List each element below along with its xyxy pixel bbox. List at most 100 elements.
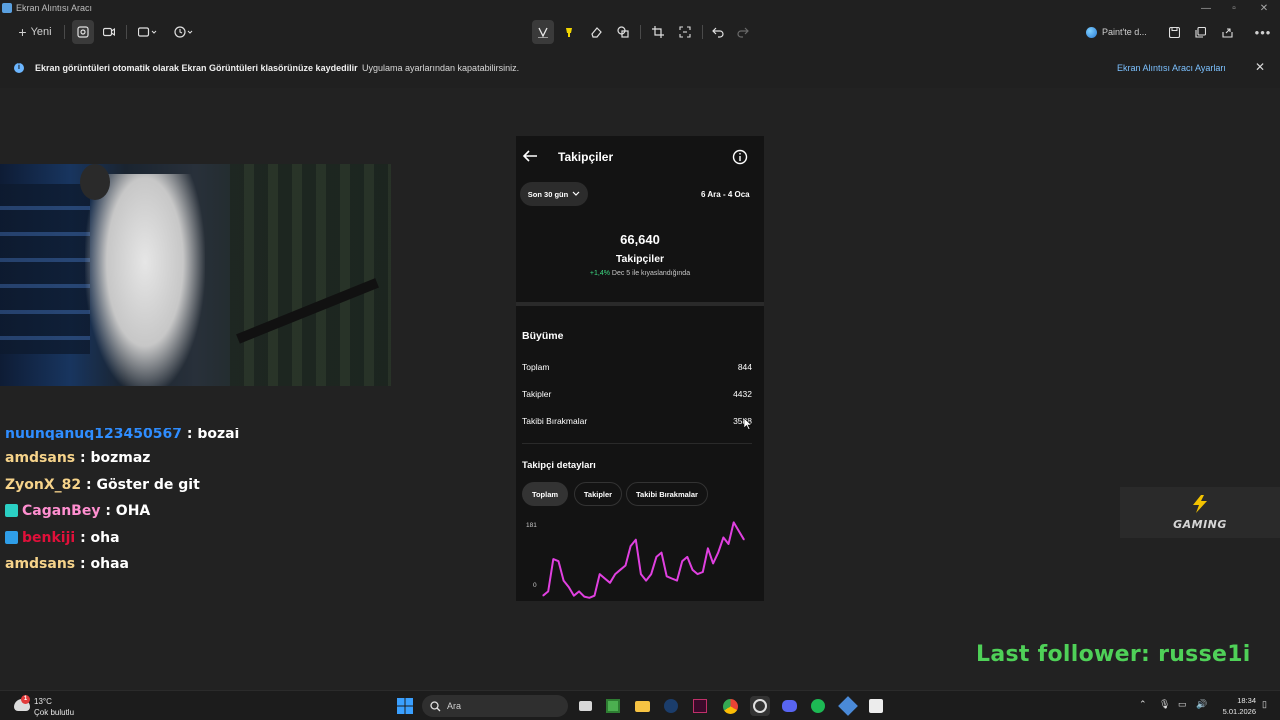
more-options-button[interactable]: ••• bbox=[1252, 20, 1274, 44]
task-view-button[interactable] bbox=[575, 696, 595, 716]
new-snip-button[interactable]: + Yeni bbox=[12, 20, 58, 44]
period-label: Son 30 gün bbox=[527, 189, 569, 199]
chart-point bbox=[743, 539, 745, 541]
minimize-button[interactable]: — bbox=[1192, 0, 1220, 16]
share-icon bbox=[1221, 27, 1233, 38]
webcam-image bbox=[0, 164, 391, 386]
discord-app[interactable] bbox=[779, 696, 799, 716]
network-icon[interactable]: ▭ bbox=[1178, 699, 1187, 710]
total-followers-value: 66,640 bbox=[620, 232, 660, 247]
chat-message: : oha bbox=[75, 529, 120, 546]
weather-widget[interactable]: 1 13°C Çok bulutlu bbox=[14, 695, 94, 717]
info-circle-icon[interactable] bbox=[732, 149, 748, 165]
growth-row-unfollows: Takibi Bırakmalar 3588 bbox=[522, 416, 752, 426]
snipping-tool-app[interactable] bbox=[750, 696, 770, 716]
chart-point bbox=[738, 530, 740, 532]
eraser-button[interactable] bbox=[585, 20, 607, 44]
chat-line: ZyonX_82 : Göster de git bbox=[5, 472, 385, 499]
follower-details-title: Takipçi detayları bbox=[522, 460, 596, 471]
file-explorer-app[interactable] bbox=[632, 696, 652, 716]
screenshot-mode-button[interactable] bbox=[72, 20, 94, 44]
chart-point bbox=[722, 536, 724, 539]
close-window-button[interactable]: ✕ bbox=[1250, 0, 1278, 16]
growth-row-label: Toplam bbox=[522, 362, 550, 372]
logo-text: GAMING bbox=[1173, 517, 1227, 531]
clock-icon bbox=[174, 26, 193, 38]
steam-app[interactable] bbox=[661, 696, 681, 716]
notifications-icon[interactable]: ▯ bbox=[1262, 699, 1267, 710]
chart-point bbox=[568, 586, 570, 588]
chart-point bbox=[655, 556, 657, 558]
chart-point bbox=[547, 590, 549, 592]
chart-point bbox=[691, 569, 694, 571]
toolbar-divider bbox=[702, 25, 703, 39]
chrome-app[interactable] bbox=[720, 696, 740, 716]
date-range: 6 Ara - 4 Oca bbox=[701, 190, 750, 199]
save-button[interactable] bbox=[1163, 20, 1185, 44]
ballpoint-pen-button[interactable] bbox=[532, 20, 554, 44]
taskbar-search[interactable]: Ara bbox=[422, 695, 568, 717]
snip-shape-dropdown[interactable] bbox=[134, 20, 162, 44]
tab-unfollows-label: Takibi Bırakmalar bbox=[636, 489, 698, 499]
plus-icon: + bbox=[18, 24, 27, 40]
pen-icon bbox=[538, 27, 548, 38]
obs-app[interactable] bbox=[866, 696, 886, 716]
save-icon bbox=[1168, 26, 1180, 38]
taskbar-clock[interactable]: 18:34 5.01.2026 bbox=[1212, 695, 1256, 717]
editor-app[interactable] bbox=[690, 696, 710, 716]
new-snip-label: Yeni bbox=[30, 26, 52, 38]
search-label: Ara bbox=[447, 701, 462, 711]
eraser-icon bbox=[591, 27, 602, 38]
minecraft-app[interactable] bbox=[603, 696, 623, 716]
last-follower-overlay: Last follower: russe1i bbox=[976, 642, 1251, 667]
info-icon: i bbox=[14, 63, 24, 73]
redo-button[interactable] bbox=[732, 20, 754, 44]
edit-in-paint-button[interactable]: Paint'te d... bbox=[1086, 20, 1156, 44]
record-mode-button[interactable] bbox=[98, 20, 120, 44]
highlighter-button[interactable] bbox=[558, 20, 580, 44]
volume-icon[interactable]: 🔊 bbox=[1196, 699, 1207, 710]
growth-title: Büyüme bbox=[522, 330, 564, 342]
chart-point bbox=[604, 577, 606, 580]
maximize-button[interactable]: ▫ bbox=[1220, 0, 1248, 16]
delay-dropdown[interactable] bbox=[170, 20, 198, 44]
person-image bbox=[85, 174, 205, 386]
share-button[interactable] bbox=[1216, 20, 1238, 44]
text-actions-button[interactable] bbox=[674, 20, 696, 44]
windows-taskbar: 1 13°C Çok bulutlu Ara ⌃ 🎙 ▭ 🔊 18:34 5.0… bbox=[0, 690, 1280, 720]
chat-line: nuunqanuq123450567 : bozai bbox=[5, 428, 385, 440]
crop-button[interactable] bbox=[647, 20, 669, 44]
chat-badge-icon bbox=[5, 504, 18, 518]
shapes-button[interactable] bbox=[612, 20, 634, 44]
mouse-cursor-icon bbox=[744, 418, 752, 430]
chart-point bbox=[552, 558, 554, 560]
period-dropdown[interactable]: Son 30 gün bbox=[520, 182, 588, 206]
undo-button[interactable] bbox=[707, 20, 729, 44]
chart-point bbox=[599, 573, 601, 575]
back-arrow-icon[interactable] bbox=[522, 150, 538, 162]
close-infobar-icon[interactable]: ✕ bbox=[1255, 60, 1265, 74]
tab-unfollows[interactable]: Takibi Bırakmalar bbox=[626, 482, 708, 506]
weather-desc: Çok bulutlu bbox=[34, 708, 75, 717]
chevron-up-icon[interactable]: ⌃ bbox=[1139, 699, 1147, 710]
tab-follows[interactable]: Takipler bbox=[574, 482, 622, 506]
start-button[interactable] bbox=[395, 696, 415, 716]
tab-follows-label: Takipler bbox=[583, 489, 613, 499]
app-settings[interactable] bbox=[838, 696, 858, 716]
tab-total-label: Toplam bbox=[531, 489, 559, 499]
chart-point bbox=[563, 580, 565, 582]
chart-point bbox=[733, 521, 735, 523]
settings-link[interactable]: Ekran Alıntısı Aracı Ayarları bbox=[1117, 63, 1226, 73]
spotify-app[interactable] bbox=[808, 696, 828, 716]
comparison-text: +1,4% Dec 5 ile kıyaslandığında bbox=[516, 270, 764, 277]
microphone-icon[interactable]: 🎙 bbox=[1159, 699, 1170, 710]
chart-point bbox=[630, 545, 632, 547]
chart-point bbox=[583, 596, 585, 598]
copy-button[interactable] bbox=[1189, 20, 1211, 44]
tab-total[interactable]: Toplam bbox=[522, 482, 568, 506]
chat-message: : ohaa bbox=[75, 556, 129, 573]
change-text: Dec 5 ile kıyaslandığında bbox=[609, 270, 691, 277]
gaming-logo: GAMING bbox=[1120, 487, 1280, 538]
chat-message: : bozai bbox=[181, 428, 240, 440]
autosave-infobar: i Ekran görüntüleri otomatik olarak Ekra… bbox=[0, 54, 1280, 82]
